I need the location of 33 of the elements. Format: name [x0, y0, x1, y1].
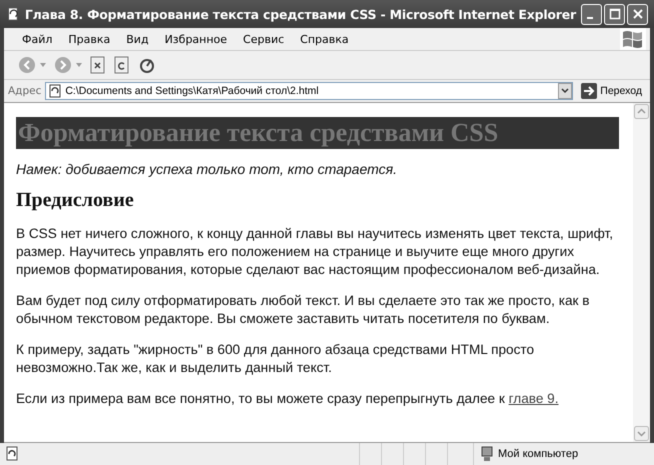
paragraph: Если из примера вам все понятно, то вы можете сразу перепрыгнуть далее к главе 9.: [16, 390, 560, 408]
close-button[interactable]: [627, 4, 648, 24]
maximize-icon: [608, 8, 620, 20]
address-label: Адрес: [8, 85, 42, 97]
menu-item[interactable]: Сервис: [235, 32, 292, 46]
menu-item[interactable]: Избранное: [156, 32, 236, 46]
close-icon: [632, 8, 644, 20]
menu-item[interactable]: Правка: [60, 32, 118, 46]
maximize-button[interactable]: [604, 4, 625, 24]
zone-label: Мой компьютер: [498, 448, 578, 460]
paragraph: Вам будет под силу отформатировать любой текст. И вы сделаете это так же просто, как в обычном текстовом редакторе. Вы сможете заставить читать посетителя по буквам.: [16, 292, 590, 328]
menu-item[interactable]: Справка: [292, 32, 357, 46]
menu-item[interactable]: Файл: [14, 32, 60, 46]
windows-flag-icon: [620, 28, 646, 50]
minimize-button[interactable]: [581, 4, 602, 24]
page-banner: Форматирование текста средствами CSS: [16, 117, 619, 149]
arrow-icon: [581, 83, 598, 99]
section-heading: Предисловие: [16, 189, 135, 212]
page-icon: [4, 446, 20, 462]
menu-item[interactable]: Вид: [118, 32, 157, 46]
minimize-icon: [586, 17, 592, 19]
chapter-link[interactable]: главе 9.: [508, 391, 559, 406]
page-icon: [48, 84, 62, 98]
refresh-icon[interactable]: [114, 56, 130, 74]
address-field[interactable]: C:\Documents and Settings\Катя\Рабочий стол\2.html: [45, 82, 574, 100]
computer-icon: [480, 446, 494, 462]
page-icon: [6, 6, 20, 22]
window-title: Глава 8. Форматирование текста средствами CSS - Microsoft Internet Explorer: [24, 6, 576, 22]
paragraph: К примеру, задать "жирность" в 600 для данного абзаца средствами HTML просто невозможно.Так же, как и выделить данный текст.: [16, 341, 536, 377]
paragraph: В CSS нет ничего сложного, к концу данной главы вы научитесь изменять цвет текста, шрифт, размер. Научитесь управлять его положением на странице и выучите еще много других приемов форматирования, которые сделают вас настоящим профессионалом веб-дизайна.: [16, 225, 614, 279]
stop-icon[interactable]: [90, 56, 106, 74]
dropdown-icon[interactable]: [558, 83, 572, 99]
hint-text: Намек: добивается успеха только тот, кто старается.: [16, 161, 398, 177]
